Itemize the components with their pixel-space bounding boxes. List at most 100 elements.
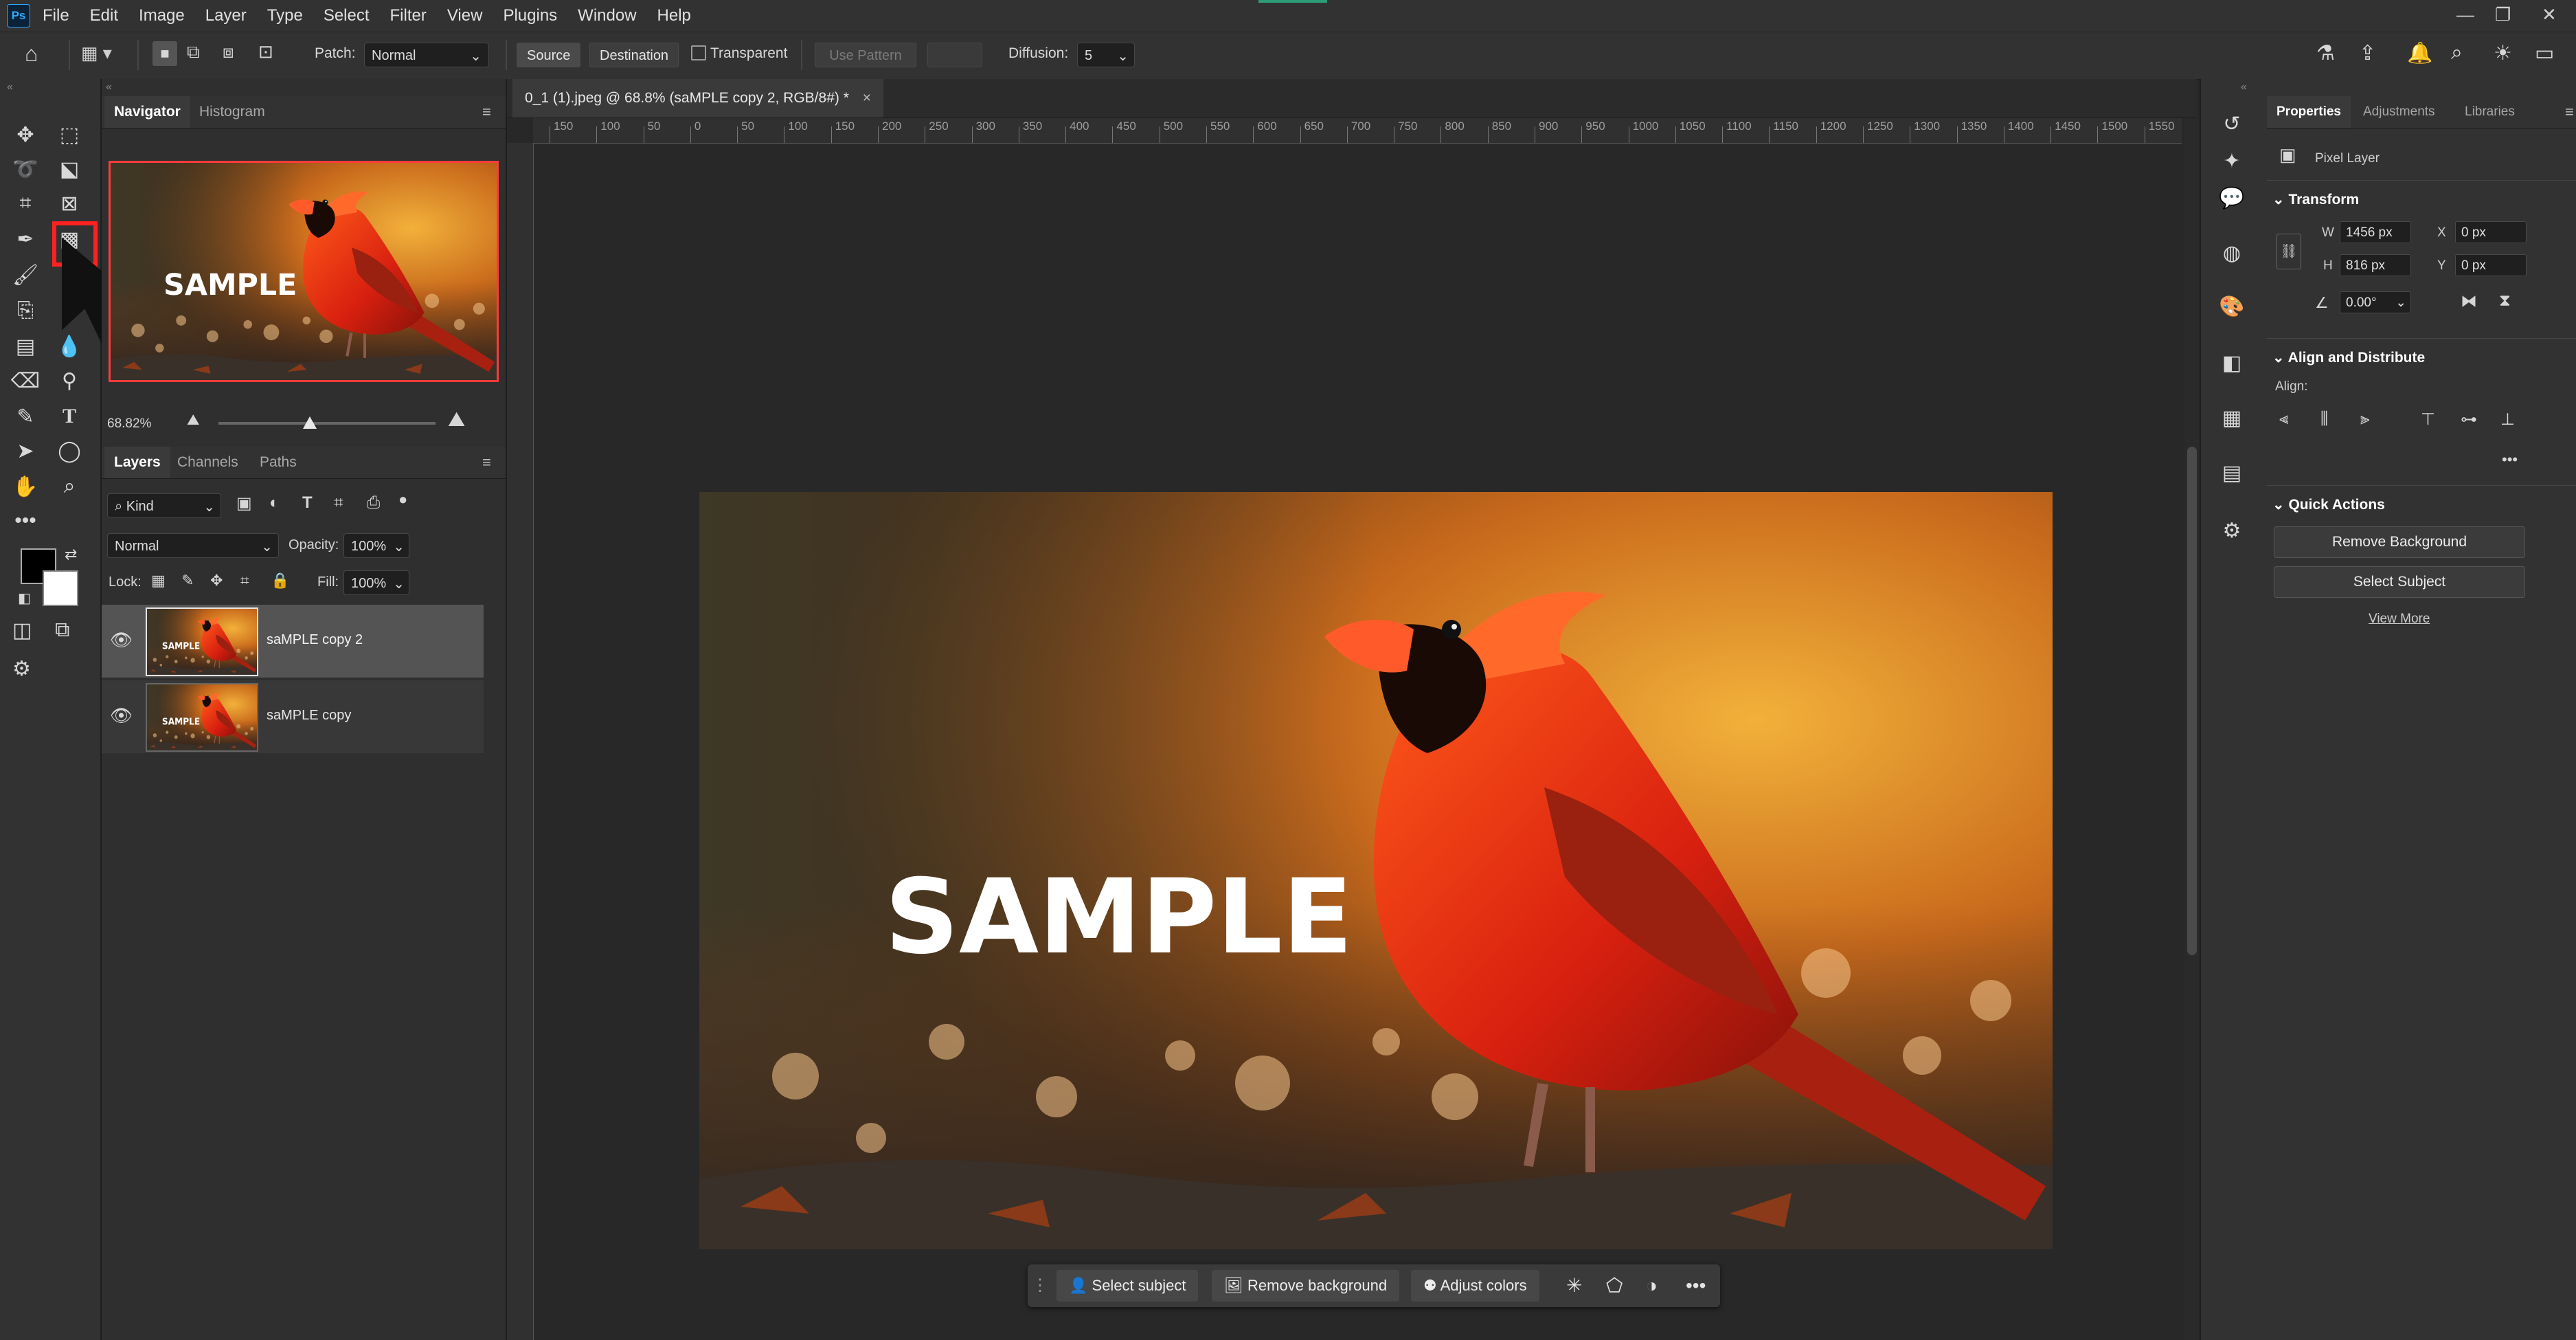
move-tool-icon[interactable]: ✥ (8, 118, 43, 151)
crop-tool-icon[interactable]: ⌗ (8, 187, 43, 220)
zoom-slider-thumb[interactable] (302, 416, 317, 429)
brush-tool-icon[interactable]: 🖌 (8, 258, 43, 291)
filter-adjustment-icon[interactable]: ◐ (269, 493, 280, 513)
subtract-selection-icon[interactable]: ⧈ (223, 41, 234, 63)
visibility-eye-icon[interactable]: 👁 (110, 705, 133, 726)
bell-icon[interactable]: 🔔 (2407, 41, 2432, 65)
close-tab-icon[interactable]: × (863, 90, 871, 106)
tab-histogram[interactable]: Histogram (190, 96, 275, 128)
more-tools-icon[interactable]: ••• (8, 504, 43, 537)
opacity-input[interactable]: 100% ⌄ (343, 533, 409, 558)
filter-type-icon[interactable]: T (302, 493, 313, 513)
menu-image[interactable]: Image (139, 6, 185, 25)
remove-background-button[interactable]: 🖼 Remove background (1212, 1270, 1400, 1302)
color-icon[interactable]: ◍ (2215, 236, 2249, 271)
lock-position-icon[interactable]: ✥ (210, 572, 223, 590)
pattern-picker[interactable] (927, 43, 982, 67)
zoom-tool-icon[interactable]: ⌕ (52, 470, 87, 503)
workspace-icon[interactable]: ▭ (2535, 41, 2554, 65)
transform-heading[interactable]: ⌄ Transform (2272, 191, 2359, 208)
hand-tool-icon[interactable]: ✋ (8, 470, 43, 503)
lock-artboard-icon[interactable]: ⌗ (240, 572, 249, 590)
menu-layer[interactable]: Layer (205, 6, 247, 25)
panel-menu-icon[interactable]: ≡ (482, 103, 491, 121)
patch-tool-preset-icon[interactable]: ▦ ▾ (81, 43, 112, 64)
layer-filter-select[interactable]: ⌕ Kind ⌄ (107, 493, 221, 518)
use-pattern-button[interactable]: Use Pattern (815, 43, 916, 67)
link-dimensions-icon[interactable]: ⛓ (2276, 234, 2301, 269)
layer-name[interactable]: saMPLE copy (267, 708, 351, 724)
filter-pixel-icon[interactable]: ▣ (236, 493, 252, 513)
tables-icon[interactable]: ▤ (2215, 456, 2249, 491)
type-tool-icon[interactable]: T (52, 400, 87, 433)
search-icon[interactable]: ⌕ (2451, 41, 2463, 65)
actions-icon[interactable]: ✦ (2215, 144, 2249, 179)
edit-toolbar-icon[interactable]: ⚙ (12, 657, 31, 681)
pen-tool-icon[interactable]: ✎ (8, 400, 43, 433)
select-subject-button[interactable]: 👤 Select subject (1057, 1270, 1199, 1302)
menu-plugins[interactable]: Plugins (503, 6, 557, 25)
intersect-selection-icon[interactable]: ⊡ (258, 41, 273, 63)
navigator-preview[interactable] (109, 161, 499, 382)
quick-mask-icon[interactable]: ◫ (12, 618, 32, 643)
document-tab[interactable]: 0_1 (1).jpeg @ 68.8% (saMPLE copy 2, RGB… (512, 79, 883, 118)
ellipse-tool-icon[interactable]: ◯ (52, 434, 87, 467)
align-bottom-icon[interactable]: ⊥ (2500, 410, 2515, 429)
zoom-slider-track[interactable] (218, 422, 436, 425)
blend-mode-select[interactable]: Normal ⌄ (107, 533, 279, 558)
align-right-icon[interactable]: ⫸ (2360, 410, 2370, 429)
dodge-tool-icon[interactable]: ⚲ (52, 364, 87, 397)
tab-navigator[interactable]: Navigator (104, 96, 190, 128)
align-heading[interactable]: ⌄ Align and Distribute (2272, 349, 2425, 366)
background-color-swatch[interactable] (43, 570, 78, 606)
align-middle-vertical-icon[interactable]: ⊶ (2461, 410, 2477, 429)
menu-file[interactable]: File (43, 6, 69, 25)
layer-name[interactable]: saMPLE copy 2 (267, 632, 363, 648)
adjust-colors-button[interactable]: ⚉ Adjust colors (1411, 1270, 1539, 1302)
swap-colors-icon[interactable]: ⇄ (65, 546, 77, 563)
menu-window[interactable]: Window (578, 6, 636, 25)
patch-mode-select[interactable]: Normal ⌄ (364, 43, 489, 67)
tab-paths[interactable]: Paths (250, 447, 306, 478)
new-selection-icon[interactable]: ■ (152, 41, 177, 66)
x-input[interactable]: 0 px (2455, 221, 2527, 243)
tab-libraries[interactable]: Libraries (2455, 96, 2524, 128)
filter-toggle-icon[interactable]: ● (398, 491, 407, 509)
close-window-button[interactable]: ✕ (2542, 4, 2557, 25)
select-subject-action-button[interactable]: Select Subject (2274, 566, 2525, 598)
more-align-options-icon[interactable]: ••• (2502, 451, 2518, 469)
home-icon[interactable]: ⌂ (25, 41, 38, 67)
tab-properties[interactable]: Properties (2267, 96, 2351, 128)
history-icon[interactable]: ↺ (2215, 107, 2249, 142)
view-more-link[interactable]: View More (2369, 612, 2430, 627)
drag-handle-icon[interactable]: ⋮ (1032, 1270, 1048, 1302)
filter-shape-icon[interactable]: ⌗ (334, 493, 343, 513)
menu-select[interactable]: Select (324, 6, 370, 25)
gradient-tool-icon[interactable]: ▤ (8, 330, 43, 363)
y-input[interactable]: 0 px (2455, 254, 2527, 276)
destination-button[interactable]: Destination (589, 43, 679, 67)
more-options-icon[interactable]: ••• (1686, 1270, 1706, 1302)
swatches-icon[interactable]: 🎨 (2215, 290, 2249, 324)
align-left-icon[interactable]: ⫷ (2279, 410, 2289, 429)
panel-menu-icon[interactable]: ≡ (2565, 103, 2574, 121)
menu-edit[interactable]: Edit (90, 6, 118, 25)
default-colors-icon[interactable]: ◧ (18, 590, 31, 607)
remove-background-action-button[interactable]: Remove Background (2274, 526, 2525, 558)
filter-smart-object-icon[interactable]: ⎙ (367, 493, 380, 513)
height-input[interactable]: 816 px (2340, 254, 2411, 276)
marquee-tool-icon[interactable]: ⬚ (52, 118, 87, 151)
diffusion-select[interactable]: 5 ⌄ (1077, 43, 1135, 67)
collapse-icon[interactable]: « (7, 81, 13, 93)
source-button[interactable]: Source (517, 43, 581, 67)
transform-icon[interactable]: ⬠ (1606, 1270, 1623, 1302)
lock-transparency-icon[interactable]: ▦ (151, 572, 166, 590)
eyedropper-tool-icon[interactable]: ✒ (8, 223, 43, 256)
lock-all-icon[interactable]: 🔒 (271, 572, 289, 590)
flask-icon[interactable]: ⚗ (2316, 41, 2335, 65)
angle-input[interactable]: 0.00° ⌄ (2340, 291, 2411, 313)
panel-menu-icon[interactable]: ≡ (482, 454, 491, 471)
gradients-icon[interactable]: ◧ (2215, 346, 2249, 381)
menu-view[interactable]: View (447, 6, 483, 25)
lock-image-icon[interactable]: ✎ (181, 572, 194, 590)
